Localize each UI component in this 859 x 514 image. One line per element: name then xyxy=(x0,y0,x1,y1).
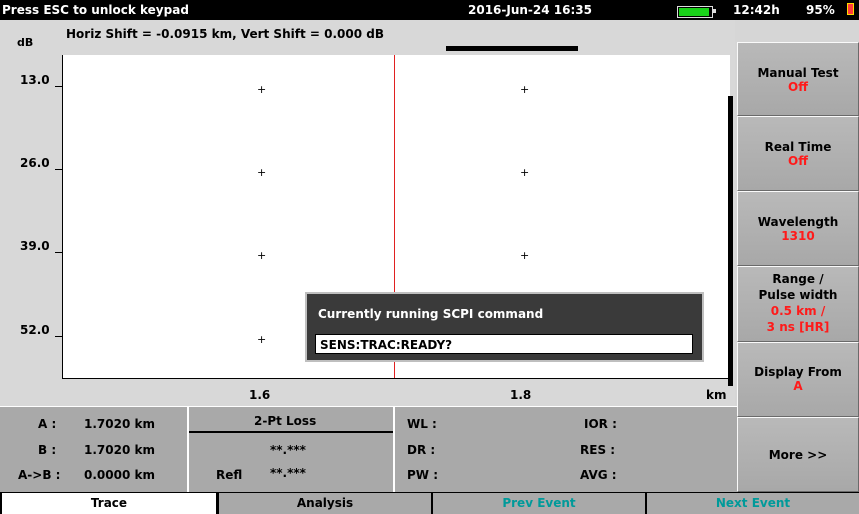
softkey-value-line2: 3 ns [HR] xyxy=(766,320,830,334)
softkey-label: Display From xyxy=(754,365,842,379)
y-tick xyxy=(55,169,62,170)
softkey-label: More >> xyxy=(768,448,828,462)
wavelength-label: WL : xyxy=(407,417,437,431)
y-tick-label: 13.0 xyxy=(20,73,50,87)
grid-point: + xyxy=(257,166,267,179)
tab-prev-event[interactable]: Prev Event xyxy=(433,493,645,514)
y-tick xyxy=(55,252,62,253)
averages-label: AVG : xyxy=(580,468,617,482)
softkey-value: Off xyxy=(788,80,808,94)
x-tick-label: 1.6 xyxy=(249,388,271,402)
scpi-command-field: SENS:TRAC:READY? xyxy=(315,334,693,354)
range-pulse-width-button[interactable]: Range / Pulse width 0.5 km / 3 ns [HR] xyxy=(737,266,859,342)
y-tick-label: 39.0 xyxy=(20,239,50,253)
grid-point: + xyxy=(257,83,267,96)
date-time: 2016-Jun-24 16:35 xyxy=(468,3,592,17)
divider xyxy=(187,407,189,492)
a-to-b-label: A->B : xyxy=(18,468,61,482)
softkey-value: Off xyxy=(788,154,808,168)
battery-level-fill xyxy=(679,8,709,16)
tab-next-event[interactable]: Next Event xyxy=(647,493,859,514)
grid-point: + xyxy=(257,249,267,262)
cursor-b-label: B : xyxy=(38,443,57,457)
grid-point: + xyxy=(520,249,530,262)
shift-info: Horiz Shift = -0.0915 km, Vert Shift = 0… xyxy=(66,27,384,41)
x-axis-unit: km xyxy=(706,388,727,402)
reflectance-label: Refl xyxy=(216,468,243,482)
softkey-label: Range / xyxy=(772,272,824,286)
cursor-b-value: 1.7020 km xyxy=(84,443,155,457)
real-time-button[interactable]: Real Time Off xyxy=(737,116,859,191)
grid-point: + xyxy=(257,333,267,346)
softkey-label: Real Time xyxy=(764,140,832,154)
y-tick xyxy=(55,336,62,337)
ior-label: IOR : xyxy=(584,417,617,431)
y-tick-label: 52.0 xyxy=(20,323,50,337)
display-from-button[interactable]: Display From A xyxy=(737,342,859,417)
y-tick xyxy=(55,86,62,87)
cursor-a-value: 1.7020 km xyxy=(84,417,155,431)
two-point-loss-title: 2-Pt Loss xyxy=(254,414,317,428)
keypad-lock-message: Press ESC to unlock keypad xyxy=(2,3,189,17)
vertical-scrollbar[interactable] xyxy=(728,96,733,386)
battery-terminal xyxy=(713,9,716,13)
pulse-width-label: PW : xyxy=(407,468,439,482)
softkey-value: 1310 xyxy=(781,229,815,243)
battery-warning-icon xyxy=(847,3,854,15)
tab-analysis[interactable]: Analysis xyxy=(219,493,431,514)
status-bar: Press ESC to unlock keypad 2016-Jun-24 1… xyxy=(0,0,859,20)
softkey-label: Manual Test xyxy=(757,66,839,80)
softkey-value: 0.5 km / xyxy=(770,304,826,318)
divider xyxy=(189,431,393,433)
two-point-loss-value: **.*** xyxy=(270,443,306,457)
y-tick-label: 26.0 xyxy=(20,156,50,170)
divider xyxy=(393,407,395,492)
bottom-tab-bar: Trace Analysis Prev Event Next Event xyxy=(0,492,859,514)
wavelength-button[interactable]: Wavelength 1310 xyxy=(737,191,859,266)
dynamic-range-label: DR : xyxy=(407,443,436,457)
battery-time-remaining: 12:42h xyxy=(733,3,780,17)
reflectance-value: **.*** xyxy=(270,466,306,480)
resolution-label: RES : xyxy=(580,443,616,457)
a-to-b-value: 0.0000 km xyxy=(84,468,155,482)
grid-point: + xyxy=(520,166,530,179)
dialog-title: Currently running SCPI command xyxy=(318,307,544,321)
softkey-value: A xyxy=(793,379,803,393)
y-axis-unit: dB xyxy=(17,36,34,49)
battery-percent: 95% xyxy=(806,3,835,17)
tab-trace[interactable]: Trace xyxy=(2,493,216,514)
more-button[interactable]: More >> xyxy=(737,417,859,492)
manual-test-button[interactable]: Manual Test Off xyxy=(737,42,859,116)
x-tick-label: 1.8 xyxy=(510,388,532,402)
horizontal-scrollbar[interactable] xyxy=(446,46,578,51)
softkey-panel: Manual Test Off Real Time Off Wavelength… xyxy=(737,42,859,492)
softkey-label-line2: Pulse width xyxy=(758,288,838,302)
battery-icon xyxy=(677,6,713,18)
grid-point: + xyxy=(520,83,530,96)
cursor-a-label: A : xyxy=(38,417,57,431)
softkey-label: Wavelength xyxy=(757,215,839,229)
scpi-dialog: Currently running SCPI command SENS:TRAC… xyxy=(305,292,704,362)
